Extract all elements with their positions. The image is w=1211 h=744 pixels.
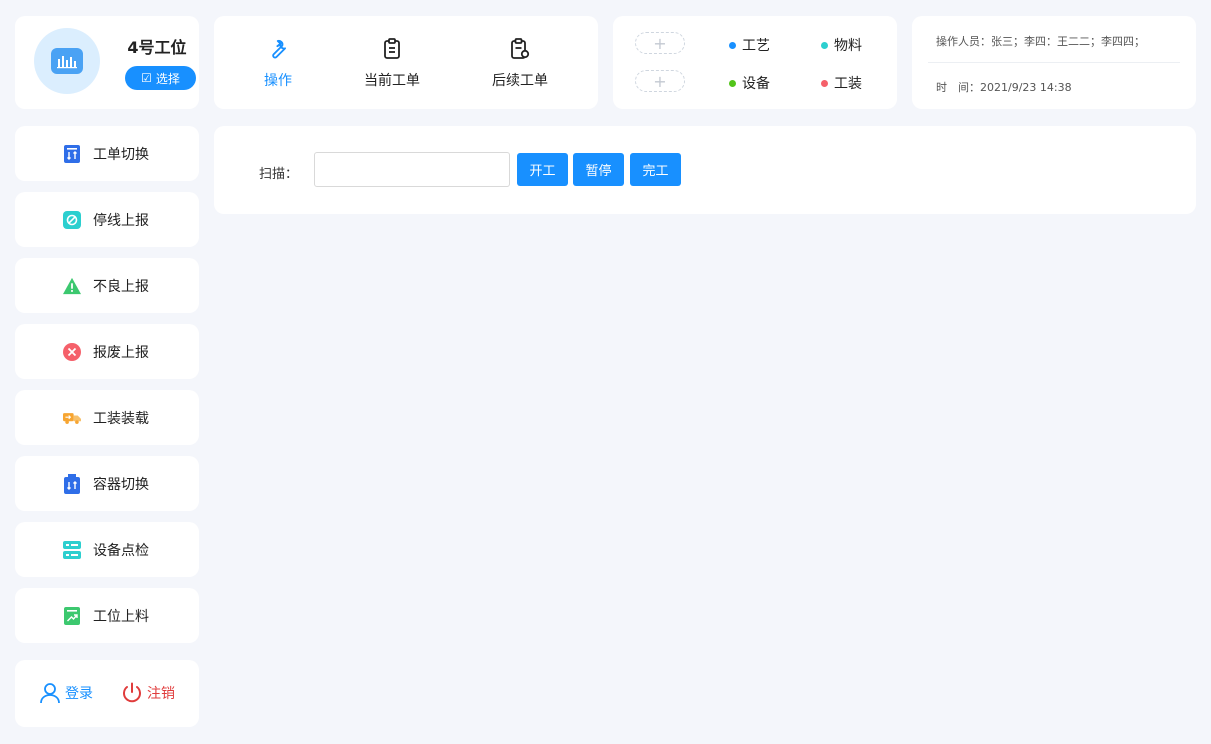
sidebar-item-scrap-report[interactable]: 报废上报 — [15, 324, 199, 379]
main-panel: 扫描： 开工 暂停 完工 — [214, 126, 1196, 214]
legend-item-process[interactable]: 工艺 — [729, 35, 770, 55]
server-icon — [63, 540, 81, 559]
sidebar-item-stop-line[interactable]: 停线上报 — [15, 192, 199, 247]
edit-icon: ☑ — [141, 71, 152, 85]
select-station-label: 选择 — [155, 71, 180, 86]
add-slot-button[interactable]: + — [635, 70, 685, 92]
time-label: 时 间： — [936, 81, 980, 94]
auth-card: 登录 注销 — [15, 660, 199, 727]
tab-next-order[interactable]: 后续工单 — [470, 36, 570, 96]
sidebar-item-label: 报废上报 — [93, 344, 149, 361]
sidebar-item-label: 设备点检 — [93, 542, 149, 559]
operators-text: 操作人员：张三；李四：王二二；李四四； — [936, 35, 1145, 48]
tab-bar: 操作 当前工单 后续工单 — [214, 16, 598, 109]
station-avatar — [34, 28, 100, 94]
sidebar-item-label: 工装装载 — [93, 410, 149, 427]
tab-current-order-label: 当前工单 — [364, 73, 420, 89]
logout-button[interactable]: 注销 — [121, 682, 175, 704]
truck-icon — [63, 409, 81, 427]
legend-card: + + 工艺 物料 设备 工装 — [613, 16, 897, 109]
add-slot-button[interactable]: + — [635, 32, 685, 54]
legend-item-tooling[interactable]: 工装 — [821, 73, 862, 93]
sidebar-item-label: 工位上料 — [93, 608, 149, 625]
clipboard-icon — [382, 36, 402, 62]
time-value: 2021/9/23 14:38 — [980, 81, 1072, 94]
start-work-button[interactable]: 开工 — [517, 153, 568, 186]
legend-item-equipment[interactable]: 设备 — [729, 73, 770, 93]
legend-item-material[interactable]: 物料 — [821, 35, 862, 55]
stop-line-icon — [63, 210, 81, 229]
sidebar-item-container-switch[interactable]: 容器切换 — [15, 456, 199, 511]
scrap-icon — [63, 342, 81, 361]
tab-current-order[interactable]: 当前工单 — [342, 36, 442, 96]
clipboard-settings-icon — [509, 36, 531, 62]
legend-dot — [729, 79, 736, 87]
pause-button[interactable]: 暂停 — [573, 153, 624, 186]
plus-icon: + — [653, 71, 667, 91]
sidebar-item-tool-loading[interactable]: 工装装载 — [15, 390, 199, 445]
finish-work-button[interactable]: 完工 — [630, 153, 681, 186]
sidebar-item-label: 容器切换 — [93, 476, 149, 493]
wrench-icon — [267, 36, 289, 62]
sidebar-item-equipment-check[interactable]: 设备点检 — [15, 522, 199, 577]
station-chart-icon — [51, 48, 83, 74]
select-station-button[interactable]: ☑ 选择 — [125, 66, 196, 90]
divider — [928, 62, 1180, 63]
legend-label: 设备 — [742, 76, 770, 92]
plus-icon: + — [653, 33, 667, 53]
time-row: 时 间：2021/9/23 14:38 — [936, 79, 1072, 95]
sidebar-item-label: 不良上报 — [93, 278, 149, 295]
sidebar-item-label: 工单切换 — [93, 146, 149, 163]
sidebar-item-defect-report[interactable]: 不良上报 — [15, 258, 199, 313]
sidebar-item-station-feeding[interactable]: 工位上料 — [15, 588, 199, 643]
legend-dot — [821, 41, 828, 49]
tab-next-order-label: 后续工单 — [492, 73, 548, 89]
station-title: 4号工位 — [127, 38, 187, 57]
tab-operation[interactable]: 操作 — [228, 36, 328, 96]
user-icon — [40, 683, 60, 704]
info-card: 操作人员：张三；李四：王二二；李四四； 时 间：2021/9/23 14:38 — [912, 16, 1196, 109]
legend-dot — [729, 41, 736, 49]
station-card: 4号工位 ☑ 选择 — [15, 16, 199, 109]
power-icon — [123, 682, 141, 703]
container-switch-icon — [63, 473, 81, 494]
login-label: 登录 — [65, 686, 93, 702]
logout-label: 注销 — [147, 686, 175, 702]
legend-label: 物料 — [834, 38, 862, 54]
legend-label: 工艺 — [742, 38, 770, 54]
sidebar-item-order-switch[interactable]: 工单切换 — [15, 126, 199, 181]
warning-icon — [63, 277, 81, 295]
chart-up-icon — [63, 606, 81, 625]
sidebar-item-label: 停线上报 — [93, 212, 149, 229]
tab-operation-label: 操作 — [264, 73, 292, 89]
legend-dot — [821, 79, 828, 87]
scan-input[interactable] — [314, 152, 510, 187]
scan-label: 扫描： — [259, 167, 299, 182]
order-switch-icon — [63, 144, 81, 163]
login-button[interactable]: 登录 — [39, 682, 93, 704]
legend-label: 工装 — [834, 76, 862, 92]
